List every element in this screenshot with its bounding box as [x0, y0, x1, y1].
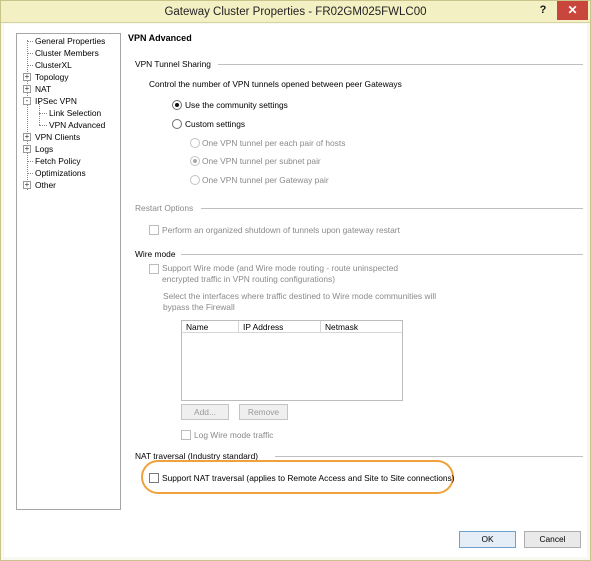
custom-settings-label[interactable]: Custom settings: [185, 119, 245, 129]
tree-item-label: IPSec VPN: [35, 96, 77, 106]
collapse-minus-icon[interactable]: -: [23, 97, 31, 105]
page-title: VPN Advanced: [128, 33, 192, 43]
tree-item-label: Link Selection: [49, 108, 102, 118]
tree-item-vpn-clients[interactable]: + VPN Clients: [17, 131, 120, 143]
tree-connector: [39, 125, 47, 126]
column-header-ip-address[interactable]: IP Address: [239, 321, 321, 333]
tree-item-label: General Properties: [35, 36, 106, 46]
wire-mode-interfaces-table[interactable]: Name IP Address Netmask: [181, 320, 403, 401]
tree-connector: [39, 113, 47, 114]
tree-item-logs[interactable]: + Logs: [17, 143, 120, 155]
tree-item-link-selection[interactable]: Link Selection: [17, 107, 120, 119]
section-divider: [201, 208, 583, 209]
tree-connector: [27, 173, 33, 174]
dialog-window: Gateway Cluster Properties - FR02GM025FW…: [0, 0, 591, 561]
section-divider: [181, 254, 583, 255]
tunnel-sharing-description: Control the number of VPN tunnels opened…: [149, 79, 402, 89]
close-button[interactable]: ✕: [557, 1, 588, 20]
support-wire-mode-label-continued: encrypted traffic in VPN routing configu…: [162, 274, 336, 284]
tree-item-label: NAT: [35, 84, 52, 94]
tree-item-nat[interactable]: + NAT: [17, 83, 120, 95]
organized-shutdown-checkbox[interactable]: [149, 225, 159, 235]
add-interface-button[interactable]: Add...: [181, 404, 229, 420]
wire-mode-section-title: Wire mode: [135, 249, 176, 259]
use-community-settings-radio[interactable]: [172, 100, 182, 110]
title-bar[interactable]: Gateway Cluster Properties - FR02GM025FW…: [1, 1, 590, 23]
use-community-settings-label[interactable]: Use the community settings: [185, 100, 288, 110]
tunnel-per-subnet-pair-label: One VPN tunnel per subnet pair: [202, 156, 321, 166]
wire-mode-interfaces-hint: Select the interfaces where traffic dest…: [163, 291, 437, 301]
tree-item-label: VPN Advanced: [49, 120, 106, 130]
expand-plus-icon[interactable]: +: [23, 133, 31, 141]
section-divider: [275, 456, 583, 457]
wire-mode-interfaces-hint-continued: bypass the Firewall: [163, 302, 235, 312]
tunnel-per-gateway-pair-radio[interactable]: [190, 175, 200, 185]
tunnel-per-subnet-pair-radio[interactable]: [190, 156, 200, 166]
tunnel-per-gateway-pair-label: One VPN tunnel per Gateway pair: [202, 175, 329, 185]
tree-item-other[interactable]: + Other: [17, 179, 120, 191]
tree-item-cluster-members[interactable]: Cluster Members: [17, 47, 120, 59]
expand-plus-icon[interactable]: +: [23, 73, 31, 81]
tree-item-fetch-policy[interactable]: Fetch Policy: [17, 155, 120, 167]
remove-interface-button[interactable]: Remove: [239, 404, 288, 420]
tree-item-label: Optimizations: [35, 168, 86, 178]
tunnel-per-host-pair-label: One VPN tunnel per each pair of hosts: [202, 138, 346, 148]
support-nat-traversal-checkbox[interactable]: [149, 473, 159, 483]
tree-connector: [27, 161, 33, 162]
tunnel-per-host-pair-radio[interactable]: [190, 138, 200, 148]
tree-item-label: ClusterXL: [35, 60, 72, 70]
column-header-netmask[interactable]: Netmask: [321, 321, 402, 333]
tree-item-topology[interactable]: + Topology: [17, 71, 120, 83]
support-wire-mode-checkbox[interactable]: [149, 264, 159, 274]
tree-item-label: VPN Clients: [35, 132, 81, 142]
tree-item-ipsec-vpn[interactable]: - IPSec VPN: [17, 95, 120, 107]
tree-connector: [27, 65, 33, 66]
tree-item-optimizations[interactable]: Optimizations: [17, 167, 120, 179]
section-divider: [218, 64, 583, 65]
tree-item-general-properties[interactable]: General Properties: [17, 35, 120, 47]
tree-item-label: Logs: [35, 144, 54, 154]
window-title: Gateway Cluster Properties - FR02GM025FW…: [164, 6, 427, 18]
tree-item-clusterxl[interactable]: ClusterXL: [17, 59, 120, 71]
support-nat-traversal-label[interactable]: Support NAT traversal (applies to Remote…: [162, 473, 455, 483]
tree-item-label: Cluster Members: [35, 48, 99, 58]
tunnel-sharing-section-title: VPN Tunnel Sharing: [135, 59, 211, 69]
navigation-tree[interactable]: General Properties Cluster Members Clust…: [16, 33, 121, 510]
ok-button[interactable]: OK: [459, 531, 516, 548]
custom-settings-radio[interactable]: [172, 119, 182, 129]
help-button[interactable]: ?: [529, 1, 557, 20]
organized-shutdown-label: Perform an organized shutdown of tunnels…: [162, 225, 400, 235]
tree-item-label: Topology: [35, 72, 69, 82]
tree-connector: [27, 53, 33, 54]
log-wire-mode-traffic-checkbox[interactable]: [181, 430, 191, 440]
table-header: Name IP Address Netmask: [182, 321, 402, 333]
support-wire-mode-label: Support Wire mode (and Wire mode routing…: [162, 263, 399, 273]
tree-item-label: Other: [35, 180, 56, 190]
radio-selected-dot: [193, 159, 197, 163]
tree-item-label: Fetch Policy: [35, 156, 81, 166]
expand-plus-icon[interactable]: +: [23, 145, 31, 153]
expand-plus-icon[interactable]: +: [23, 85, 31, 93]
expand-plus-icon[interactable]: +: [23, 181, 31, 189]
dialog-content: General Properties Cluster Members Clust…: [4, 24, 587, 557]
restart-options-section-title: Restart Options: [135, 203, 194, 213]
tree-connector: [27, 41, 33, 42]
radio-selected-dot: [175, 103, 179, 107]
tree-item-vpn-advanced[interactable]: VPN Advanced: [17, 119, 120, 131]
log-wire-mode-traffic-label: Log Wire mode traffic: [194, 430, 274, 440]
cancel-button[interactable]: Cancel: [524, 531, 581, 548]
column-header-name[interactable]: Name: [182, 321, 239, 333]
